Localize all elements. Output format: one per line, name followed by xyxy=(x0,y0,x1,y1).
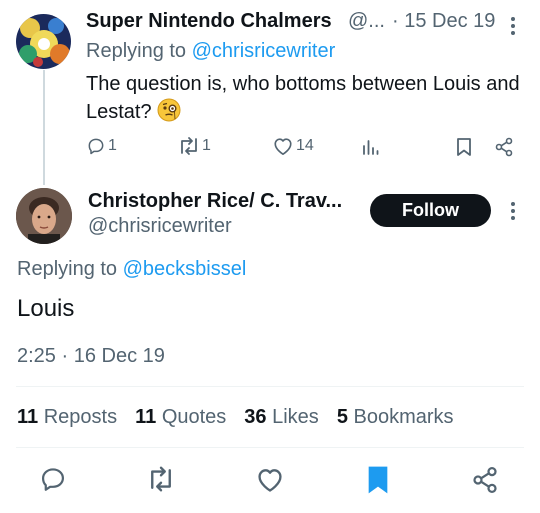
share-icon xyxy=(471,466,499,498)
bookmarks-stat[interactable]: 5 Bookmarks xyxy=(337,406,454,429)
repost-icon xyxy=(177,136,201,156)
tweet-timestamp[interactable]: 2:25 · 16 Dec 19 xyxy=(17,345,165,368)
views-button[interactable] xyxy=(361,137,381,157)
tweet-text: The question is, who bottoms between Lou… xyxy=(86,73,520,123)
reply-button[interactable]: 1 xyxy=(86,136,117,156)
replying-to-link[interactable]: @becksbissel xyxy=(123,258,247,280)
replying-to: Replying to @chrisricewriter xyxy=(86,40,336,62)
main-tweet-actions xyxy=(0,464,540,498)
reply-button[interactable] xyxy=(39,465,67,498)
author-name[interactable]: Super Nintendo Chalmers xyxy=(86,10,332,33)
bookmark-button[interactable] xyxy=(455,137,473,157)
like-button[interactable] xyxy=(255,466,285,498)
bookmark-button[interactable] xyxy=(366,465,390,500)
tweet-actions: 1 1 14 xyxy=(0,136,540,162)
replying-to: Replying to @becksbissel xyxy=(17,258,247,280)
reply-icon xyxy=(39,468,67,497)
thread-line xyxy=(43,70,45,185)
author-name[interactable]: Christopher Rice/ C. Trav... xyxy=(88,190,342,213)
repost-count: 1 xyxy=(202,137,211,154)
quotes-stat[interactable]: 11 Quotes xyxy=(135,406,226,429)
tweet-stats: 11 Reposts 11 Quotes 36 Likes 5 Bookmark… xyxy=(17,406,472,429)
divider xyxy=(16,386,524,387)
analytics-icon xyxy=(361,137,381,157)
share-button[interactable] xyxy=(494,137,514,157)
avatar[interactable] xyxy=(16,188,72,244)
more-options-icon[interactable] xyxy=(511,17,515,38)
heart-icon xyxy=(272,136,294,156)
tweet-date[interactable]: · 15 Dec 19 xyxy=(392,10,495,33)
share-icon xyxy=(494,137,514,157)
more-options-icon[interactable] xyxy=(511,202,515,223)
share-button[interactable] xyxy=(471,466,499,499)
author-handle[interactable]: @... xyxy=(348,10,385,33)
bookmark-icon xyxy=(455,137,473,157)
reposts-stat[interactable]: 11 Reposts xyxy=(17,406,117,429)
reply-icon xyxy=(86,136,106,156)
like-button[interactable]: 14 xyxy=(272,136,314,156)
repost-button[interactable] xyxy=(146,465,176,498)
divider xyxy=(16,447,524,448)
bookmark-filled-icon xyxy=(366,466,390,499)
replying-to-link[interactable]: @chrisricewriter xyxy=(192,40,336,62)
likes-stat[interactable]: 36 Likes xyxy=(244,406,319,429)
face-with-monocle-icon xyxy=(157,98,181,122)
author-handle[interactable]: @chrisricewriter xyxy=(88,215,232,238)
repost-button[interactable]: 1 xyxy=(177,136,211,156)
tweet-text: Louis xyxy=(17,295,75,322)
repost-icon xyxy=(146,466,176,497)
avatar[interactable] xyxy=(16,14,71,69)
heart-icon xyxy=(255,469,285,497)
like-count: 14 xyxy=(296,137,314,154)
follow-button[interactable]: Follow xyxy=(370,194,491,227)
reply-count: 1 xyxy=(108,137,117,154)
